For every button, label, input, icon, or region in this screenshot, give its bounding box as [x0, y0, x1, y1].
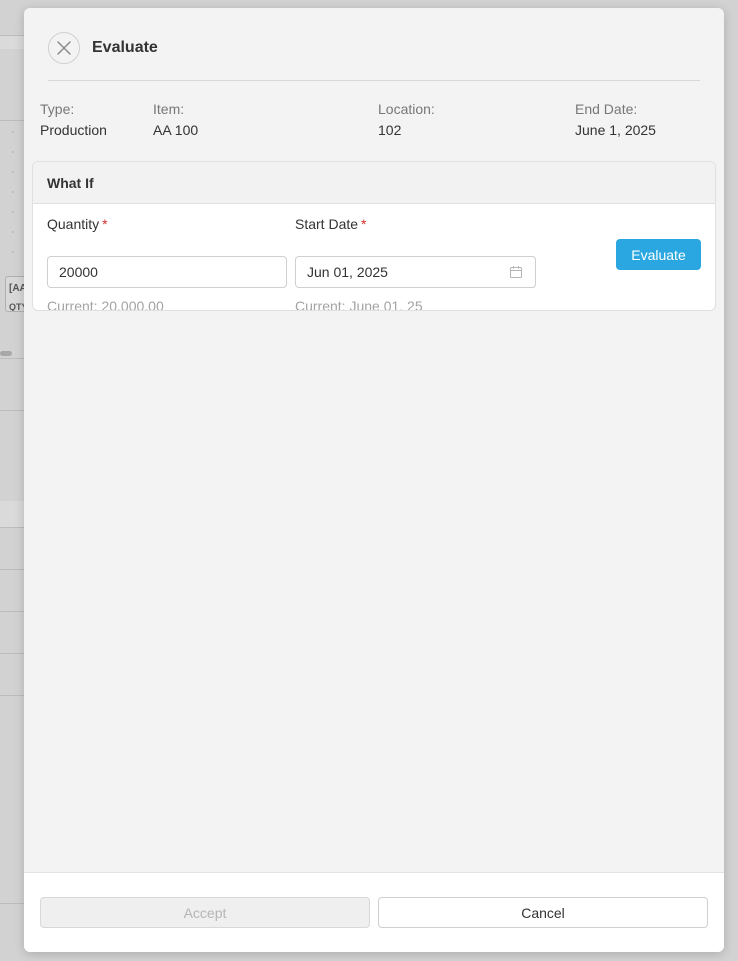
info-location: Location: 102 [378, 101, 435, 138]
item-label: Item: [153, 101, 185, 117]
info-item: Item: AA 100 [153, 101, 198, 138]
quantity-label-text: Quantity [47, 216, 100, 232]
background-dot [12, 191, 14, 193]
type-label: Type: [40, 101, 75, 117]
what-if-title: What If [33, 162, 715, 204]
dialog-header: Evaluate [48, 32, 700, 81]
start-date-input[interactable]: Jun 01, 2025 [295, 256, 536, 288]
required-marker: * [102, 216, 108, 232]
required-marker: * [361, 216, 367, 232]
close-button[interactable] [48, 32, 80, 64]
quantity-label: Quantity * [47, 216, 287, 232]
background-dot [12, 211, 14, 213]
dialog-title: Evaluate [92, 39, 158, 56]
background-dot [12, 251, 14, 253]
evaluate-dialog: Evaluate Type: Production Item: AA 100 L… [24, 8, 724, 952]
start-date-label-text: Start Date [295, 216, 359, 232]
start-date-current: Current: June 01, 25 [295, 298, 423, 311]
start-date-field: Start Date * Jun 01, 2025 Current: June 0… [295, 216, 536, 311]
background-dot [12, 131, 14, 133]
background-dot [12, 231, 14, 233]
what-if-panel: What If Quantity * 20000 Current: 20,000.… [32, 161, 716, 311]
order-info: Type: Production Item: AA 100 Location: … [40, 101, 708, 141]
location-label: Location: [378, 101, 435, 117]
background-scrollbar [0, 351, 12, 356]
evaluate-button[interactable]: Evaluate [616, 239, 701, 270]
end-date-label: End Date: [575, 101, 638, 117]
cancel-button[interactable]: Cancel [378, 897, 708, 928]
dialog-footer: Accept Cancel [24, 872, 724, 952]
type-value: Production [40, 122, 107, 138]
start-date-label: Start Date * [295, 216, 536, 232]
info-type: Type: Production [40, 101, 107, 138]
end-date-value: June 1, 2025 [575, 122, 656, 138]
close-icon [57, 41, 71, 55]
info-end-date: End Date: June 1, 2025 [575, 101, 656, 138]
quantity-current: Current: 20,000.00 [47, 298, 164, 311]
quantity-input[interactable]: 20000 [47, 256, 287, 288]
background-dot [12, 171, 14, 173]
location-value: 102 [378, 122, 402, 138]
start-date-value: Jun 01, 2025 [307, 264, 388, 280]
quantity-field: Quantity * 20000 Current: 20,000.00 [47, 216, 287, 311]
item-value: AA 100 [153, 122, 199, 138]
background-dot [12, 151, 14, 153]
accept-button[interactable]: Accept [40, 897, 370, 928]
calendar-icon[interactable] [509, 265, 523, 279]
